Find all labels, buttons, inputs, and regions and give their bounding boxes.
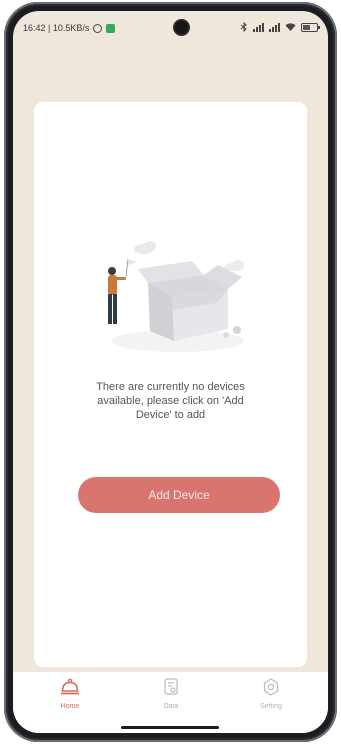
front-camera — [175, 21, 188, 34]
nav-item-data[interactable]: Data — [141, 678, 201, 710]
nav-label-data: Data — [163, 703, 179, 710]
data-report-icon — [164, 678, 178, 695]
home-bell-icon — [61, 678, 79, 695]
notification-icon — [106, 23, 116, 33]
bluetooth-icon — [240, 22, 247, 32]
bottom-nav: Home Data Setting — [13, 672, 328, 733]
status-bar: 16:42 | 10.5KB/s — [13, 11, 328, 49]
status-right — [240, 22, 320, 32]
empty-message-line: available, please click on 'Add — [97, 395, 244, 407]
nav-label-home: Home — [60, 703, 80, 710]
gesture-home-bar[interactable] — [121, 726, 219, 729]
status-time: 16:42 | 10.5KB/s — [23, 23, 90, 33]
signal-icon-1 — [253, 22, 264, 32]
gear-icon — [263, 678, 279, 696]
empty-box-illustration — [108, 241, 244, 352]
empty-devices-card: There are currently no devices available… — [34, 102, 307, 667]
wifi-icon — [285, 22, 296, 31]
empty-message-line: Device' to add — [135, 409, 206, 421]
alarm-icon — [93, 23, 103, 33]
phone-frame: 16:42 | 10.5KB/s There are currently no … — [4, 2, 337, 742]
empty-message-line: There are currently no devices — [96, 381, 245, 393]
empty-state-message: There are currently no devices available… — [64, 380, 277, 422]
add-device-button[interactable]: Add Device — [78, 477, 280, 513]
nav-item-home[interactable]: Home — [40, 678, 100, 710]
status-left: 16:42 | 10.5KB/s — [23, 23, 116, 33]
app-screen: 16:42 | 10.5KB/s There are currently no … — [13, 11, 328, 733]
battery-icon — [301, 22, 320, 32]
signal-icon-2 — [269, 22, 280, 32]
nav-item-setting[interactable]: Setting — [241, 678, 301, 710]
nav-label-setting: Setting — [260, 703, 282, 710]
